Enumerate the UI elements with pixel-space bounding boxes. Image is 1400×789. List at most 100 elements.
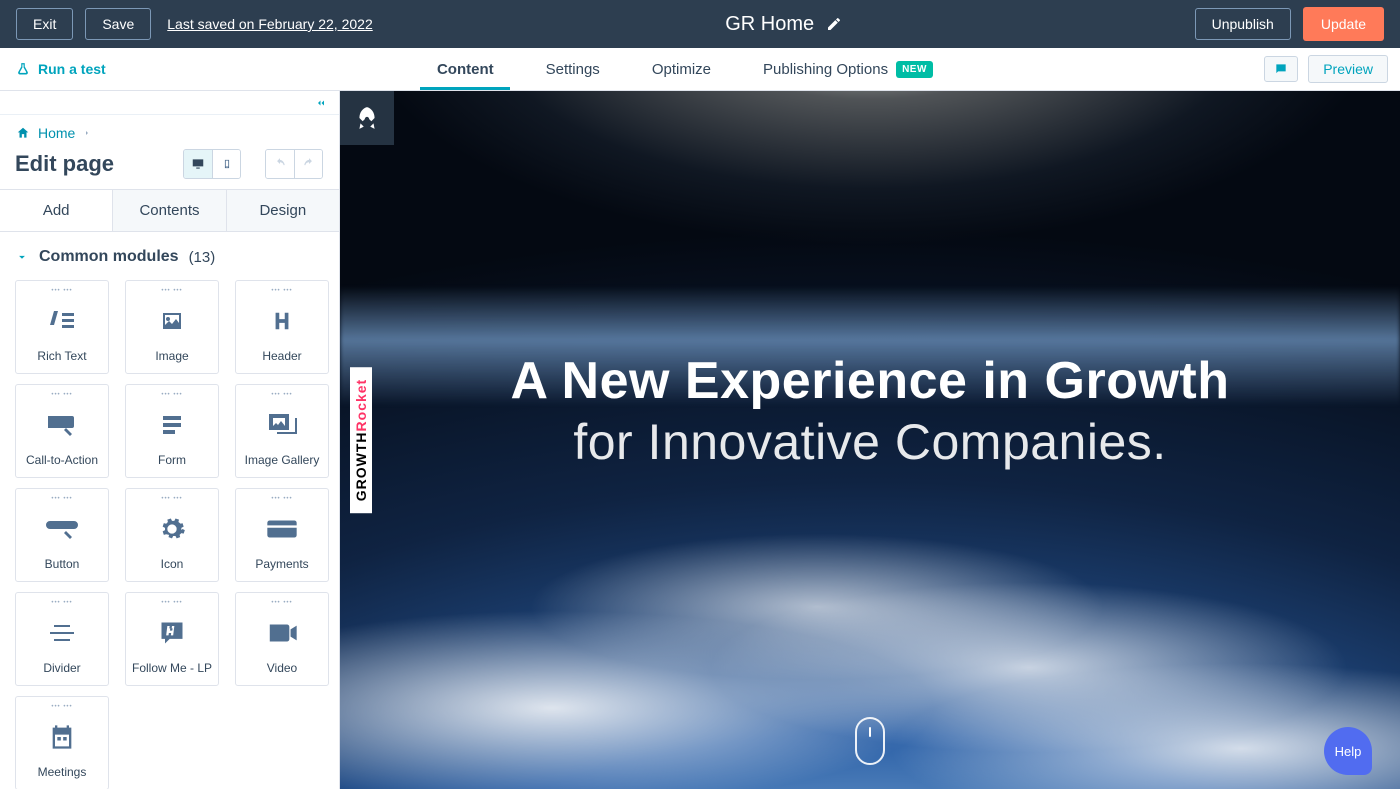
beaker-icon [16,62,30,76]
module-label: Form [158,453,186,467]
pencil-icon[interactable] [826,16,842,32]
module-label: Header [262,349,301,363]
module-icon[interactable]: ••• ••• Icon [125,488,219,582]
chevron-down-icon [15,250,29,264]
chevron-right-icon [83,128,91,138]
drag-handle-icon: ••• ••• [271,393,292,397]
module-image-gallery[interactable]: ••• ••• Image Gallery [235,384,329,478]
run-test-label: Run a test [38,61,106,77]
rocket-icon [354,105,380,131]
drag-handle-icon: ••• ••• [161,497,182,501]
video-icon [267,622,297,644]
module-meetings[interactable]: ••• ••• Meetings [15,696,109,789]
module-label: Image [155,349,188,363]
exit-button[interactable]: Exit [16,8,73,40]
module-video[interactable]: ••• ••• Video [235,592,329,686]
main-area: Home Edit page [0,91,1400,789]
drag-handle-icon: ••• ••• [51,601,72,605]
mobile-icon [222,156,232,172]
hashtag-bubble-icon [157,619,187,647]
last-saved-link[interactable]: Last saved on February 22, 2022 [167,16,372,32]
undo-icon [272,157,288,171]
divider-icon [48,623,76,643]
module-header[interactable]: ••• ••• Header [235,280,329,374]
module-label: Call-to-Action [26,453,98,467]
collapse-sidebar-icon[interactable] [313,97,329,109]
sidebar-tabs: Add Contents Design [0,189,339,232]
credit-card-icon [267,518,297,540]
drag-handle-icon: ••• ••• [161,393,182,397]
module-image[interactable]: ••• ••• Image [125,280,219,374]
run-test-link[interactable]: Run a test [16,48,106,90]
tab-content[interactable]: Content [411,48,520,90]
module-label: Payments [255,557,308,571]
desktop-icon [190,157,206,171]
sidebar-tab-add[interactable]: Add [0,190,113,231]
undo-redo-group [265,149,323,179]
drag-handle-icon: ••• ••• [271,497,292,501]
page-title: GR Home [725,13,814,36]
hero-headline-line2: for Innovative Companies. [340,413,1400,471]
rich-text-icon [46,307,78,335]
drag-handle-icon: ••• ••• [271,601,292,605]
sidebar-title: Edit page [15,151,114,177]
breadcrumb[interactable]: Home [0,115,339,145]
drag-handle-icon: ••• ••• [161,601,182,605]
tab-optimize[interactable]: Optimize [626,48,737,90]
save-button[interactable]: Save [85,8,151,40]
top-bar: Exit Save Last saved on February 22, 202… [0,0,1400,48]
sidebar-tab-contents[interactable]: Contents [113,190,226,231]
tab-settings[interactable]: Settings [520,48,626,90]
drag-handle-icon: ••• ••• [51,705,72,709]
undo-button[interactable] [266,150,294,178]
header-icon [271,307,293,335]
drag-handle-icon: ••• ••• [51,497,72,501]
drag-handle-icon: ••• ••• [161,289,182,293]
module-button[interactable]: ••• ••• Button [15,488,109,582]
tab-publishing-label: Publishing Options [763,61,888,78]
sidebar-tab-design[interactable]: Design [227,190,339,231]
home-icon [16,126,30,140]
canvas-area: A New Experience in Growth for Innovativ… [340,91,1400,789]
drag-handle-icon: ••• ••• [51,289,72,293]
module-label: Video [267,661,297,675]
desktop-view-button[interactable] [184,150,212,178]
comments-button[interactable] [1264,56,1298,82]
button-icon [46,517,78,541]
tab-publishing-options[interactable]: Publishing Options NEW [737,48,959,90]
page-preview[interactable]: A New Experience in Growth for Innovativ… [340,91,1400,789]
module-payments[interactable]: ••• ••• Payments [235,488,329,582]
common-modules-count: (13) [189,249,216,266]
comment-icon [1273,62,1289,76]
hero-headline-line1: A New Experience in Growth [340,351,1400,411]
breadcrumb-home-label: Home [38,125,75,141]
module-form[interactable]: ••• ••• Form [125,384,219,478]
unpublish-button[interactable]: Unpublish [1195,8,1291,40]
redo-button[interactable] [294,150,322,178]
module-label: Icon [161,557,184,571]
mobile-view-button[interactable] [212,150,240,178]
gallery-icon [267,412,297,438]
calendar-icon [48,723,76,751]
module-cta[interactable]: ••• ••• Call-to-Action [15,384,109,478]
cta-icon [46,412,78,438]
gear-icon [158,515,186,543]
common-modules-toggle[interactable]: Common modules (13) [15,248,324,266]
common-modules-title: Common modules [39,248,179,266]
module-follow-me[interactable]: ••• ••• Follow Me - LP [125,592,219,686]
secondary-bar: Run a test Content Settings Optimize Pub… [0,48,1400,91]
viewport-toggle [183,149,241,179]
rocket-overlay-button[interactable] [340,91,394,145]
image-icon [158,309,186,333]
module-label: Follow Me - LP [132,661,212,675]
drag-handle-icon: ••• ••• [271,289,292,293]
module-label: Button [45,557,80,571]
help-button[interactable]: Help [1324,727,1372,775]
update-button[interactable]: Update [1303,7,1384,41]
scroll-indicator-icon [855,717,885,765]
preview-button[interactable]: Preview [1308,55,1388,83]
brand-vertical-logo: GROWTHRocket [350,367,372,513]
module-rich-text[interactable]: ••• ••• Rich Text [15,280,109,374]
module-divider[interactable]: ••• ••• Divider [15,592,109,686]
module-label: Image Gallery [245,453,320,467]
